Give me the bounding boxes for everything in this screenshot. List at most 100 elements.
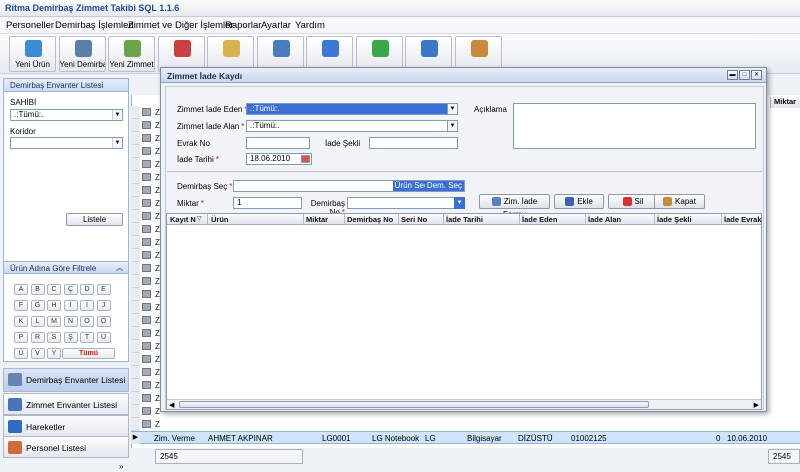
row-indicator[interactable] — [131, 184, 140, 197]
letter-key[interactable]: Ç — [63, 284, 78, 295]
menu-yardim[interactable]: Yardım — [295, 20, 325, 31]
horizontal-scrollbar[interactable]: ◀ ▶ — [167, 399, 761, 409]
col-iade-tarihi[interactable]: İade Tarihi — [446, 215, 483, 224]
row-indicator[interactable] — [131, 236, 140, 249]
letter-key[interactable]: İ — [80, 300, 94, 311]
row-indicator[interactable] — [131, 145, 140, 158]
letter-key[interactable]: S — [47, 332, 61, 343]
letter-key[interactable]: L — [30, 316, 45, 327]
close-button[interactable]: Kapat — [654, 194, 705, 209]
row-indicator[interactable] — [131, 106, 140, 119]
letter-key[interactable]: M — [47, 316, 61, 327]
row-indicator[interactable] — [131, 288, 140, 301]
minimize-icon[interactable]: ▬ — [727, 70, 738, 80]
col-iade-alan[interactable]: İade Alan — [588, 215, 621, 224]
nav-item-3[interactable]: Personel Listesi — [3, 436, 129, 458]
col-iade-evrak[interactable]: İade Evrak — [724, 215, 762, 224]
nav-item-2[interactable]: Hareketler — [3, 415, 129, 437]
letter-key[interactable]: I — [63, 300, 78, 311]
delete-button[interactable]: Sil — [608, 194, 658, 209]
col-urun[interactable]: Ürün — [211, 215, 229, 224]
row-indicator[interactable] — [131, 262, 140, 275]
owner-combo[interactable]: .:Tümü:. ▼ — [10, 109, 123, 121]
letter-key[interactable]: F — [14, 300, 28, 311]
col-seri-no[interactable]: Seri No — [401, 215, 427, 224]
corridor-combo[interactable]: ▼ — [10, 137, 123, 149]
row-indicator[interactable] — [131, 405, 140, 418]
col-demirbas-no[interactable]: Demirbaş No — [347, 215, 393, 224]
return-date-input[interactable]: 18.06.2010 — [246, 153, 312, 165]
asset-select-button[interactable]: Dem. Seç — [424, 181, 464, 191]
letter-key[interactable]: Ü — [14, 348, 28, 359]
letter-key[interactable]: H — [47, 300, 61, 311]
nav-item-0[interactable]: Demirbaş Envanter Listesi — [3, 368, 129, 392]
letter-key[interactable]: Y — [47, 348, 61, 359]
letter-key[interactable]: E — [96, 284, 111, 295]
letter-key[interactable]: Ö — [96, 316, 111, 327]
add-button[interactable]: Ekle — [554, 194, 604, 209]
notes-textarea[interactable] — [513, 103, 756, 149]
menu-raporlar[interactable]: Raporlar — [225, 20, 261, 31]
asset-select-input[interactable]: Ürün Seç Dem. Seç — [233, 180, 465, 192]
scroll-right-icon[interactable]: ▶ — [754, 401, 759, 409]
row-indicator[interactable] — [131, 392, 140, 405]
menu-zimmet-islemleri[interactable]: Zimmet ve Diğer İşlemler — [128, 20, 234, 31]
row-indicator[interactable] — [131, 275, 140, 288]
toolbar-button-0[interactable]: Yeni Ürün — [9, 36, 56, 72]
menu-ayarlar[interactable]: Ayarlar — [261, 20, 291, 31]
row-indicator[interactable] — [131, 158, 140, 171]
row-indicator[interactable] — [131, 340, 140, 353]
letter-key[interactable]: V — [30, 348, 45, 359]
row-indicator[interactable] — [131, 314, 140, 327]
grid-header-miktar[interactable]: Miktar — [770, 97, 800, 108]
row-indicator[interactable] — [131, 223, 140, 236]
row-indicator[interactable] — [131, 379, 140, 392]
selected-table-row[interactable]: Zim. Verme AHMET AKPINAR LG0001 LG Noteb… — [131, 431, 800, 444]
quantity-input[interactable]: 1 — [233, 197, 302, 209]
row-indicator[interactable] — [131, 119, 140, 132]
return-type-input[interactable] — [369, 137, 458, 149]
col-iade-sekli[interactable]: İade Şekli — [657, 215, 692, 224]
letter-key[interactable]: P — [14, 332, 28, 343]
letter-key[interactable]: J — [96, 300, 111, 311]
letter-key[interactable]: A — [14, 284, 28, 295]
nav-item-1[interactable]: Zimmet Envanter Listesi — [3, 393, 129, 415]
row-indicator[interactable] — [131, 249, 140, 262]
menu-personeller[interactable]: Personeller — [6, 20, 54, 31]
row-indicator[interactable] — [131, 353, 140, 366]
col-iade-eden[interactable]: İade Eden — [522, 215, 557, 224]
letter-key[interactable]: G — [30, 300, 45, 311]
all-letters-button[interactable]: Tümü — [62, 348, 115, 359]
returner-combo[interactable]: .:Tümü:. ▼ — [246, 103, 458, 115]
letter-key[interactable]: B — [30, 284, 45, 295]
row-indicator[interactable] — [131, 327, 140, 340]
letter-key[interactable]: D — [80, 284, 94, 295]
row-indicator[interactable] — [131, 210, 140, 223]
toolbar-button-1[interactable]: Yeni Demirbaş — [58, 36, 106, 72]
row-indicator[interactable] — [131, 171, 140, 184]
restore-icon[interactable]: □ — [739, 70, 750, 80]
letter-key[interactable]: Ş — [63, 332, 78, 343]
letter-key[interactable]: O — [80, 316, 94, 327]
row-indicator[interactable] — [131, 301, 140, 314]
scroll-left-icon[interactable]: ◀ — [169, 401, 174, 409]
menu-demirbas-islemleri[interactable]: Demirbaş İşlemleri — [55, 20, 134, 31]
row-indicator[interactable] — [131, 366, 140, 379]
row-indicator[interactable] — [131, 197, 140, 210]
row-indicator[interactable] — [131, 418, 140, 431]
list-button[interactable]: Listele — [66, 213, 123, 226]
close-icon[interactable]: ✕ — [751, 70, 762, 80]
doc-no-input[interactable] — [246, 137, 310, 149]
letter-key[interactable]: K — [14, 316, 28, 327]
calendar-icon[interactable] — [301, 155, 310, 163]
letter-key[interactable]: U — [96, 332, 111, 343]
col-miktar[interactable]: Miktar — [306, 215, 328, 224]
more-icon[interactable]: » — [119, 462, 123, 471]
receiver-combo[interactable]: .:Tümü:. ▼ — [246, 120, 458, 132]
letter-key[interactable]: N — [63, 316, 78, 327]
letter-key[interactable]: C — [47, 284, 61, 295]
col-kayit-no[interactable]: Kayıt N — [170, 215, 196, 224]
row-indicator[interactable] — [131, 132, 140, 145]
asset-no-combo[interactable]: ▼ — [347, 197, 465, 209]
iade-form-button[interactable]: Zim. İade Formu — [479, 194, 550, 219]
